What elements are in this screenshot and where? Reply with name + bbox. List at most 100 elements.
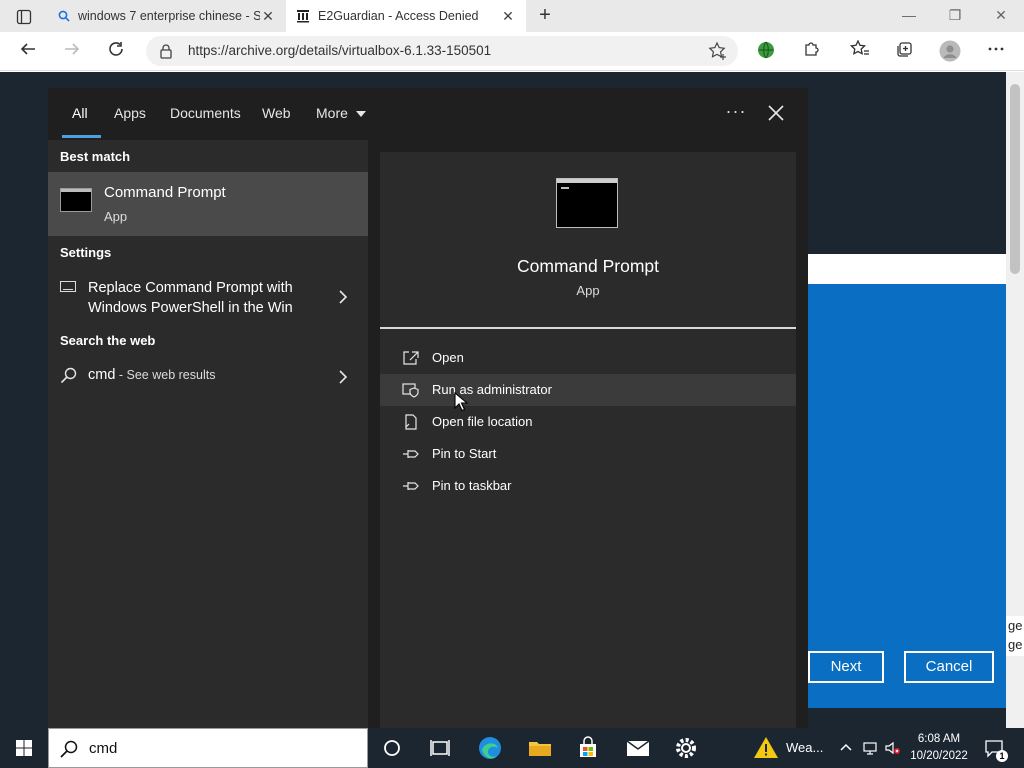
archive-icon — [297, 10, 309, 23]
close-icon[interactable] — [764, 101, 788, 125]
active-tab-underline — [62, 135, 101, 138]
forward-arrow-icon — [65, 43, 80, 55]
search-icon — [58, 10, 70, 22]
action-label: Run as administrator — [432, 382, 552, 397]
search-icon — [60, 740, 78, 758]
extension-button[interactable] — [754, 40, 778, 64]
forward-button[interactable] — [60, 40, 84, 64]
tab-more[interactable]: More — [316, 105, 366, 121]
refresh-button[interactable] — [104, 40, 128, 64]
web-search-text: cmd - See web results — [88, 367, 215, 383]
taskbar-search-query: cmd — [89, 740, 118, 757]
tab-more-label: More — [316, 105, 348, 121]
scrollbar-thumb[interactable] — [1010, 84, 1020, 274]
preview-app-type: App — [576, 283, 600, 298]
file-location-icon — [405, 414, 417, 430]
refresh-icon — [109, 42, 123, 56]
tab-actions-button[interactable] — [8, 6, 40, 28]
chevron-right-icon[interactable] — [336, 370, 350, 384]
chevron-up-icon[interactable] — [838, 740, 854, 756]
close-window-button[interactable]: ✕ — [978, 0, 1024, 30]
close-tab-button[interactable]: ✕ — [260, 8, 276, 25]
pin-icon — [403, 450, 419, 458]
weather-label[interactable]: Wea... — [786, 740, 823, 755]
installer-dialog — [808, 284, 1006, 708]
more-dots-icon — [988, 47, 1004, 51]
url-text: https://archive.org/details/virtualbox-6… — [188, 43, 492, 58]
installer-dialog-header — [808, 254, 1006, 284]
cortana-icon[interactable] — [376, 732, 408, 764]
collections-button[interactable] — [892, 40, 916, 64]
tab-documents[interactable]: Documents — [170, 105, 241, 121]
restore-button[interactable]: ❐ — [932, 0, 978, 30]
action-label: Open file location — [432, 414, 533, 429]
tab-actions-icon — [16, 9, 32, 25]
pin-icon — [403, 482, 419, 490]
web-query-suffix: - See web results — [115, 368, 216, 382]
best-match-header: Best match — [60, 149, 131, 164]
back-button[interactable] — [16, 40, 40, 64]
edge-browser-icon[interactable] — [474, 732, 506, 764]
more-options-button[interactable]: ··· — [724, 101, 748, 125]
settings-menu-button[interactable] — [984, 40, 1008, 64]
preview-app-name: Command Prompt — [517, 256, 659, 276]
collections-icon — [897, 42, 912, 57]
open-icon — [403, 351, 419, 365]
cancel-button[interactable]: Cancel — [904, 651, 994, 683]
action-label: Pin to taskbar — [432, 478, 512, 493]
taskbar-search-box[interactable]: cmd — [48, 728, 368, 768]
tab-apps[interactable]: Apps — [114, 105, 146, 121]
minimize-button[interactable]: — — [886, 0, 932, 30]
lock-icon[interactable] — [158, 43, 174, 59]
settings-result-label: Replace Command Prompt with Windows Powe… — [88, 280, 293, 316]
clock-date: 10/20/2022 — [910, 750, 968, 762]
store-icon[interactable] — [572, 732, 604, 764]
shield-icon — [402, 383, 419, 398]
browser-tab-bar: windows 7 enterprise chinese - S ✕ E2Gua… — [0, 0, 1024, 32]
action-open-file-location[interactable]: Open file location — [380, 406, 796, 438]
file-explorer-icon[interactable] — [524, 732, 556, 764]
settings-gear-icon[interactable] — [670, 732, 702, 764]
start-button[interactable] — [0, 728, 48, 768]
search-web-header: Search the web — [60, 333, 156, 348]
best-match-item[interactable]: Command Prompt App — [48, 172, 368, 236]
action-run-as-administrator[interactable]: Run as administrator — [380, 374, 796, 406]
profile-button[interactable] — [938, 40, 962, 64]
display-settings-icon — [60, 281, 76, 292]
new-tab-button[interactable]: + — [534, 4, 556, 26]
chevron-right-icon[interactable] — [336, 290, 350, 304]
web-search-item[interactable]: cmd - See web results — [48, 362, 368, 392]
favorites-star-icon — [849, 39, 869, 55]
tab-web[interactable]: Web — [262, 105, 291, 121]
action-label: Open — [432, 350, 464, 365]
close-tab-button[interactable]: ✕ — [500, 8, 516, 25]
browser-tab-e2guardian[interactable]: E2Guardian - Access Denied ✕ — [286, 0, 526, 32]
address-bar[interactable]: https://archive.org/details/virtualbox-6… — [146, 36, 738, 66]
add-favorite-icon[interactable] — [708, 41, 728, 61]
mail-icon[interactable] — [622, 732, 654, 764]
volume-muted-icon[interactable] — [884, 740, 900, 756]
command-prompt-icon — [60, 188, 92, 212]
clock[interactable]: 6:08 AM 10/20/2022 — [906, 731, 972, 765]
browser-tab-search[interactable]: windows 7 enterprise chinese - S ✕ — [48, 0, 286, 32]
web-query: cmd — [88, 367, 116, 383]
extensions-button[interactable] — [800, 40, 824, 64]
favorites-button[interactable] — [848, 39, 872, 64]
mouse-cursor-icon — [454, 392, 468, 412]
back-arrow-icon — [20, 43, 35, 55]
task-view-icon[interactable] — [424, 732, 456, 764]
action-pin-to-taskbar[interactable]: Pin to taskbar — [380, 470, 796, 502]
tab-all[interactable]: All — [72, 105, 88, 121]
tab-title: windows 7 enterprise chinese - S — [78, 9, 260, 23]
next-button[interactable]: Next — [808, 651, 884, 683]
settings-header: Settings — [60, 245, 112, 260]
extension-globe-icon — [758, 41, 774, 59]
action-pin-to-start[interactable]: Pin to Start — [380, 438, 796, 470]
tab-title: E2Guardian - Access Denied — [318, 9, 479, 23]
network-icon[interactable] — [862, 740, 878, 756]
settings-result-item[interactable]: Replace Command Prompt with Windows Powe… — [48, 274, 368, 324]
weather-warning-icon[interactable] — [750, 732, 782, 764]
search-icon — [60, 367, 77, 384]
action-label: Pin to Start — [432, 446, 497, 461]
action-open[interactable]: Open — [380, 342, 796, 374]
